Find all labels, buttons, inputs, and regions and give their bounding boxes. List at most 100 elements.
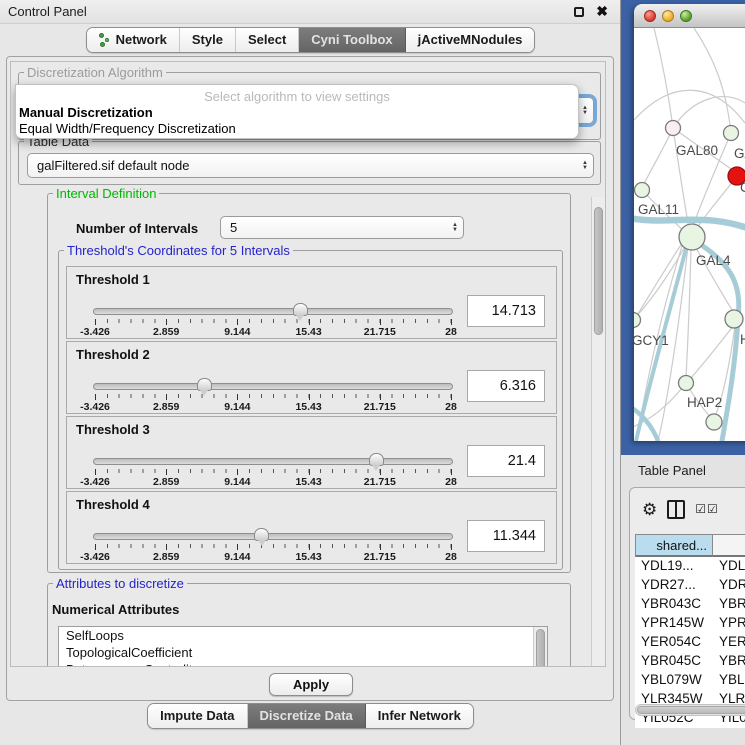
num-intervals-combo[interactable]: 5 ▲▼ <box>220 216 464 239</box>
tab-infer-network-label: Infer Network <box>378 708 461 723</box>
scale-label: 21.715 <box>364 551 396 563</box>
table-cell: YDL19... <box>635 557 713 576</box>
network-view[interactable]: GAL80 GA C GAL11 GAL4 GCY1 H HAP2 <box>634 28 745 441</box>
tab-discretize-data[interactable]: Discretize Data <box>248 704 366 728</box>
table-row[interactable]: YDL19...YDL1 <box>635 557 745 576</box>
threshold-1-value[interactable]: 14.713 <box>467 295 545 327</box>
minimize-traffic-light-icon[interactable] <box>662 10 674 22</box>
network-window-titlebar[interactable] <box>634 4 745 28</box>
table-row[interactable]: YPR145WYPR1 <box>635 614 745 633</box>
tab-jactivemnodules[interactable]: jActiveMNodules <box>406 28 535 52</box>
panel-scrollbar[interactable] <box>591 197 605 667</box>
scale-label: 9.144 <box>224 551 250 563</box>
tab-infer-network[interactable]: Infer Network <box>366 704 473 728</box>
float-window-icon[interactable] <box>574 7 584 17</box>
table-cell: YDL1 <box>713 557 745 576</box>
node-label-partial-ga: GA <box>734 146 745 161</box>
tab-discretize-data-label: Discretize Data <box>260 708 353 723</box>
numerical-attributes-label: Numerical Attributes <box>52 602 179 617</box>
table-row[interactable]: YBL079WYBL0 <box>635 671 745 690</box>
table-row[interactable]: YER054CYER0 <box>635 633 745 652</box>
algorithm-dropdown-popup: Select algorithm to view settings Manual… <box>15 84 579 139</box>
close-traffic-light-icon[interactable] <box>644 10 656 22</box>
threshold-3-value[interactable]: 21.4 <box>467 445 545 477</box>
scale-label: 15.43 <box>295 476 321 488</box>
slider-handle[interactable] <box>197 378 212 391</box>
table-header-row: shared... na <box>635 534 745 557</box>
threshold-4-value[interactable]: 11.344 <box>467 520 545 552</box>
node-label-gal80: GAL80 <box>676 143 718 158</box>
tab-select[interactable]: Select <box>236 28 299 52</box>
scale-label: -3.426 <box>80 476 110 488</box>
tab-network[interactable]: Network <box>87 28 180 52</box>
table-cell: YBL079W <box>635 671 713 690</box>
attribute-list-item[interactable]: TopologicalCoefficient <box>59 644 547 661</box>
threshold-coordinates-title: Threshold's Coordinates for 5 Intervals <box>64 243 293 258</box>
attribute-list-item[interactable]: SelfLoops <box>59 627 547 644</box>
interval-definition-group: Interval Definition Number of Intervals … <box>47 193 571 573</box>
desktop-background: GAL80 GA C GAL11 GAL4 GCY1 H HAP2 <box>621 0 745 455</box>
slider-handle[interactable] <box>293 303 308 316</box>
threshold-4-row: Threshold 4 -3.4262.8599.14415.4321.7152… <box>66 491 557 564</box>
tab-impute-data[interactable]: Impute Data <box>148 704 247 728</box>
threshold-3-slider[interactable] <box>93 458 453 465</box>
threshold-3-label: Threshold 3 <box>76 422 150 437</box>
bottom-tabbar: Impute Data Discretize Data Infer Networ… <box>0 703 621 729</box>
numerical-attributes-list[interactable]: SelfLoopsTopologicalCoefficientBetweenne… <box>58 626 548 667</box>
close-icon[interactable]: ✖ <box>596 3 608 20</box>
tab-cyni-toolbox-label: Cyni Toolbox <box>311 32 392 47</box>
node-label-hap2: HAP2 <box>687 395 722 410</box>
slider-scale: -3.4262.8599.14415.4321.71528 <box>95 326 451 338</box>
slider-handle[interactable] <box>369 453 384 466</box>
attribute-list-item[interactable]: BetweennessCentrality <box>59 661 547 667</box>
scale-label: 2.859 <box>153 326 179 338</box>
scale-label: 21.715 <box>364 326 396 338</box>
threshold-2-value[interactable]: 6.316 <box>467 370 545 402</box>
attributes-group-title: Attributes to discretize <box>53 576 187 591</box>
split-columns-icon[interactable] <box>667 500 685 519</box>
threshold-4-label: Threshold 4 <box>76 497 150 512</box>
table-hscrollbar[interactable] <box>635 704 745 716</box>
tab-cyni-toolbox[interactable]: Cyni Toolbox <box>299 28 405 52</box>
threshold-2-slider[interactable] <box>93 383 453 390</box>
apply-button[interactable]: Apply <box>269 673 353 696</box>
slider-handle[interactable] <box>254 528 269 541</box>
column-header-name[interactable]: na <box>713 534 745 557</box>
table-data-value: galFiltered.sif default node <box>28 158 577 173</box>
table-row[interactable]: YDR27...YDR2 <box>635 576 745 595</box>
node-label-partial-c: C <box>740 180 745 195</box>
control-panel-titlebar: Control Panel ✖ <box>0 0 620 24</box>
table-panel-box: ⚙ ☑☑ shared... na YDL19...YDL1YDR27...YD… <box>629 487 745 720</box>
slider-scale: -3.4262.8599.14415.4321.71528 <box>95 476 451 488</box>
threshold-1-label: Threshold 1 <box>76 272 150 287</box>
zoom-traffic-light-icon[interactable] <box>680 10 692 22</box>
table-row[interactable]: YBR045CYBR0 <box>635 652 745 671</box>
scale-label: 9.144 <box>224 476 250 488</box>
attributes-group: Attributes to discretize Numerical Attri… <box>47 583 571 667</box>
scale-label: 28 <box>445 551 457 563</box>
table-row[interactable]: YBR043CYBR0 <box>635 595 745 614</box>
scale-label: -3.426 <box>80 326 110 338</box>
scale-label: 9.144 <box>224 326 250 338</box>
threshold-coordinates-group: Threshold's Coordinates for 5 Intervals … <box>58 250 563 570</box>
gear-icon[interactable]: ⚙ <box>642 501 657 518</box>
scale-label: 28 <box>445 401 457 413</box>
threshold-1-slider[interactable] <box>93 308 453 315</box>
slider-scale: -3.4262.8599.14415.4321.71528 <box>95 401 451 413</box>
slider-ticks <box>95 544 451 550</box>
table-cell: YBR043C <box>635 595 713 614</box>
tab-style[interactable]: Style <box>180 28 236 52</box>
num-intervals-label: Number of Intervals <box>76 221 198 236</box>
dropdown-item-equal-width[interactable]: Equal Width/Frequency Discretization <box>19 121 236 136</box>
dropdown-item-manual[interactable]: Manual Discretization <box>19 105 153 120</box>
select-columns-icon[interactable]: ☑☑ <box>695 502 719 516</box>
slider-scale: -3.4262.8599.14415.4321.71528 <box>95 551 451 563</box>
slider-ticks <box>95 469 451 475</box>
table-data-combo[interactable]: galFiltered.sif default node ▲▼ <box>27 153 594 178</box>
list-scrollbar[interactable] <box>533 627 547 667</box>
threshold-4-slider[interactable] <box>93 533 453 540</box>
column-header-shared-name[interactable]: shared... <box>635 534 713 557</box>
tab-impute-data-label: Impute Data <box>160 708 234 723</box>
table-cell: YBR045C <box>635 652 713 671</box>
app-root: Control Panel ✖ Network Style Select Cyn… <box>0 0 745 745</box>
